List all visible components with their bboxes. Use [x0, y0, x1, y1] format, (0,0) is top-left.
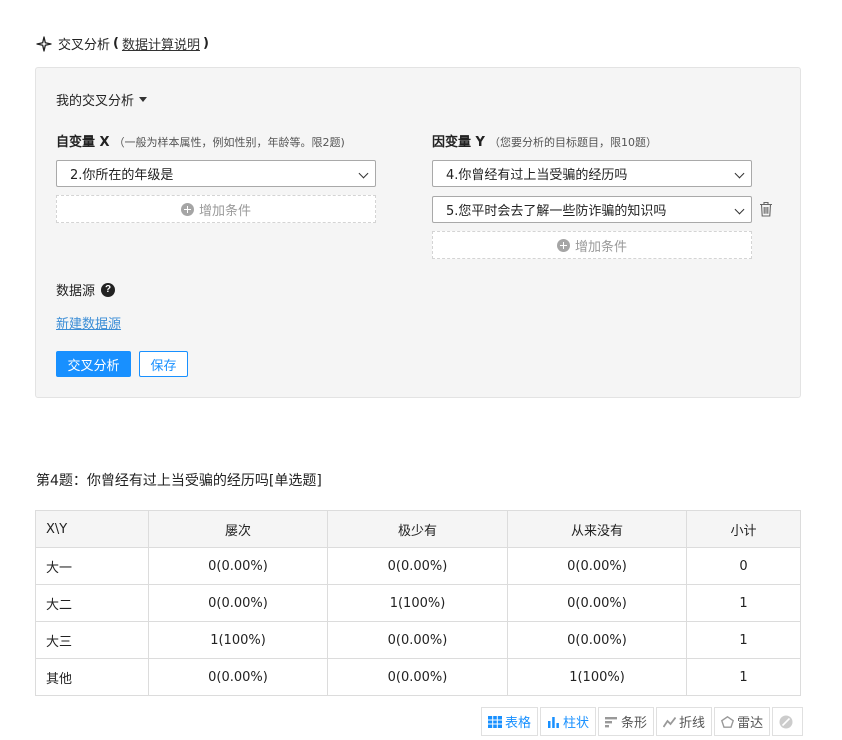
table-cell: 0(0.00%)	[148, 584, 328, 622]
chevron-down-icon	[358, 168, 369, 179]
table-cell: 0(0.00%)	[148, 547, 328, 585]
independent-variable-label: 自变量 X （一般为样本属性，例如性别，年龄等。限2题)	[56, 131, 345, 150]
table-cell: 0(0.00%)	[507, 547, 687, 585]
radar-chart-icon	[721, 715, 735, 728]
table-row: 大一 0(0.00%) 0(0.00%) 0(0.00%) 0	[35, 547, 801, 585]
table-icon	[488, 715, 502, 728]
header-xy: X\Y	[35, 510, 149, 548]
y-select-value-2: 5.您平时会去了解一些防诈骗的知识吗	[446, 204, 667, 219]
x-variable-select[interactable]: 2.你所在的年级是	[56, 160, 376, 187]
view-line-label: 折线	[679, 716, 706, 731]
x-hint: （一般为样本属性，例如性别，年龄等。限2题)	[113, 136, 345, 149]
plus-circle-icon	[180, 202, 194, 216]
y-hint: （您要分析的目标题目，限10题）	[488, 136, 657, 149]
paren-open: (	[113, 36, 119, 51]
x-select-value: 2.你所在的年级是	[70, 168, 174, 183]
table-row: 大三 1(100%) 0(0.00%) 0(0.00%) 1	[35, 621, 801, 659]
help-icon[interactable]: ?	[101, 282, 116, 297]
disable-icon	[779, 715, 793, 728]
section-header: 交叉分析 ( 数据计算说明 )	[36, 34, 212, 53]
table-cell: 0(0.00%)	[327, 547, 508, 585]
sparkle-icon	[36, 35, 52, 52]
view-radar-label: 雷达	[737, 716, 764, 731]
y-select-value-1: 4.你曾经有过上当受骗的经历吗	[446, 168, 628, 183]
table-cell: 1(100%)	[327, 584, 508, 622]
y-variable-select-2[interactable]: 5.您平时会去了解一些防诈骗的知识吗	[432, 196, 752, 223]
view-column-button[interactable]: 柱状	[540, 707, 597, 736]
y-label: 因变量 Y	[432, 135, 485, 150]
column-chart-icon	[548, 716, 559, 728]
cross-analysis-panel: 我的交叉分析 自变量 X （一般为样本属性，例如性别，年龄等。限2题) 2.你所在…	[35, 67, 801, 398]
row-label: 其他	[35, 658, 149, 696]
table-cell: 0(0.00%)	[327, 621, 508, 659]
my-cross-analysis-label: 我的交叉分析	[56, 94, 135, 109]
crosstab-table: X\Y 屡次 极少有 从来没有 小计 大一 0(0.00%) 0(0.00%) …	[35, 510, 801, 696]
chevron-down-icon	[734, 204, 745, 215]
trash-icon[interactable]	[759, 201, 773, 217]
view-table-button[interactable]: 表格	[481, 707, 539, 736]
view-bar-label: 条形	[621, 716, 648, 731]
new-datasource-link[interactable]: 新建数据源	[56, 313, 121, 332]
table-cell: 1	[686, 584, 801, 622]
table-cell: 0(0.00%)	[507, 621, 687, 659]
view-line-button[interactable]: 折线	[656, 707, 713, 736]
table-cell: 1(100%)	[148, 621, 328, 659]
y-add-condition-label: 增加条件	[574, 239, 627, 255]
table-cell: 0(0.00%)	[327, 658, 508, 696]
datasource-title: 数据源 ?	[56, 280, 116, 299]
view-table-label: 表格	[505, 716, 532, 731]
table-cell: 1(100%)	[507, 658, 687, 696]
bar-chart-icon	[605, 716, 618, 727]
view-radar-button[interactable]: 雷达	[714, 707, 771, 736]
x-add-condition-label: 增加条件	[198, 203, 251, 219]
table-row: 大二 0(0.00%) 1(100%) 0(0.00%) 1	[35, 584, 801, 622]
header-col-2: 极少有	[327, 510, 508, 548]
chevron-down-icon	[734, 168, 745, 179]
row-label: 大二	[35, 584, 149, 622]
table-cell: 0	[686, 547, 801, 585]
table-cell: 0(0.00%)	[507, 584, 687, 622]
section-title: 交叉分析	[58, 38, 111, 53]
view-disable-button[interactable]	[772, 707, 804, 736]
dependent-variable-label: 因变量 Y （您要分析的目标题目，限10题）	[432, 131, 657, 150]
view-column-label: 柱状	[563, 716, 590, 731]
view-toolbar: 表格 柱状 条形 折线 雷达	[479, 707, 804, 736]
row-label: 大一	[35, 547, 149, 585]
view-bar-button[interactable]: 条形	[598, 707, 655, 736]
caret-down-icon	[139, 97, 148, 102]
y-add-condition-button[interactable]: 增加条件	[432, 231, 752, 259]
save-button[interactable]: 保存	[139, 351, 188, 377]
plus-circle-icon	[556, 238, 570, 252]
x-add-condition-button[interactable]: 增加条件	[56, 195, 376, 223]
line-chart-icon	[663, 716, 677, 727]
my-cross-analysis-dropdown[interactable]: 我的交叉分析	[56, 90, 148, 109]
y-variable-select-1[interactable]: 4.你曾经有过上当受骗的经历吗	[432, 160, 752, 187]
header-col-3: 从来没有	[507, 510, 687, 548]
table-cell: 1	[686, 658, 801, 696]
row-label: 大三	[35, 621, 149, 659]
header-col-1: 屡次	[148, 510, 328, 548]
datasource-label: 数据源	[56, 284, 96, 299]
calc-explanation-link[interactable]: 数据计算说明	[122, 34, 200, 53]
table-cell: 0(0.00%)	[148, 658, 328, 696]
table-row: 其他 0(0.00%) 0(0.00%) 1(100%) 1	[35, 658, 801, 696]
header-subtotal: 小计	[686, 510, 801, 548]
paren-close: )	[202, 36, 209, 51]
question-title: 第4题：你曾经有过上当受骗的经历吗[单选题]	[36, 473, 322, 489]
x-label: 自变量 X	[56, 135, 110, 150]
cross-analysis-button[interactable]: 交叉分析	[56, 351, 131, 377]
table-header-row: X\Y 屡次 极少有 从来没有 小计	[35, 510, 801, 548]
table-cell: 1	[686, 621, 801, 659]
